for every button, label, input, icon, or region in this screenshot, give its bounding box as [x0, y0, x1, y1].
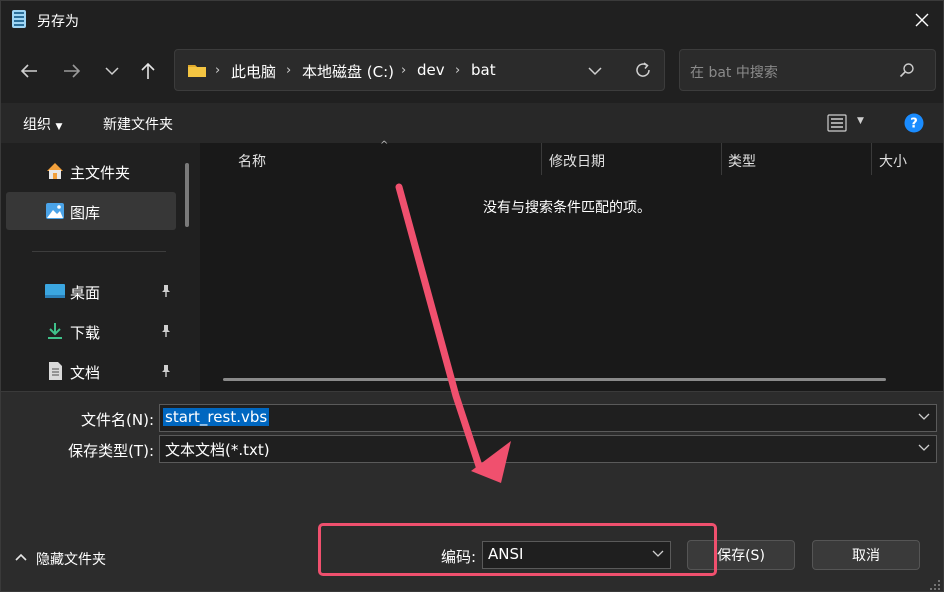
- download-icon: [48, 323, 62, 339]
- command-bar: 组织 ▼ 新建文件夹 ▼ ?: [1, 103, 943, 143]
- hide-folders-label: 隐藏文件夹: [36, 552, 106, 568]
- navigation-pane: 主文件夹 图库 桌面 下载 文档: [1, 143, 199, 391]
- refresh-icon[interactable]: [634, 61, 652, 79]
- help-icon[interactable]: ?: [904, 113, 924, 133]
- title-bar: 另存为: [1, 1, 943, 39]
- breadcrumb-separator-icon: ›: [215, 63, 221, 78]
- chevron-down-icon[interactable]: [918, 410, 930, 422]
- column-header-size[interactable]: 大小: [879, 151, 907, 171]
- horizontal-scrollbar[interactable]: [223, 378, 886, 381]
- view-list-icon[interactable]: [827, 114, 847, 132]
- svg-text:?: ?: [910, 117, 918, 132]
- sidebar-item-home[interactable]: 主文件夹: [6, 152, 176, 190]
- pin-icon[interactable]: [159, 324, 173, 338]
- folder-icon: [188, 65, 206, 77]
- filetype-label: 保存类型(T):: [68, 442, 154, 460]
- filetype-select[interactable]: 文本文档(*.txt): [159, 435, 937, 463]
- column-header-name[interactable]: 名称: [238, 151, 266, 171]
- annotation-highlight-box: [318, 523, 717, 576]
- search-icon: [899, 63, 914, 78]
- sidebar-item-label: 下载: [70, 324, 101, 342]
- forward-button[interactable]: [59, 58, 85, 84]
- breadcrumb-separator-icon: ›: [286, 63, 292, 78]
- notepad-icon: [12, 10, 26, 28]
- close-button[interactable]: [907, 6, 937, 34]
- sidebar-divider: [32, 251, 166, 252]
- navigation-bar: › 此电脑 › 本地磁盘 (C:) › dev › bat 在 bat 中搜索: [1, 39, 943, 103]
- arrow-up-icon: [141, 62, 155, 79]
- breadcrumb-dev[interactable]: dev: [417, 61, 445, 79]
- document-icon: [49, 362, 62, 380]
- home-icon: [47, 163, 63, 179]
- address-bar[interactable]: › 此电脑 › 本地磁盘 (C:) › dev › bat: [174, 49, 665, 91]
- gallery-icon: [46, 203, 64, 219]
- filename-value: start_rest.vbs: [163, 408, 270, 426]
- sidebar-item-documents[interactable]: 文档: [6, 352, 176, 390]
- arrow-left-icon: [20, 64, 37, 78]
- save-as-dialog: 另存为 › 此电脑 › 本地磁盘 (C:) › dev › bat 在 bat …: [0, 0, 944, 592]
- desktop-icon: [45, 284, 65, 298]
- column-header-type[interactable]: 类型: [728, 151, 756, 171]
- filetype-value: 文本文档(*.txt): [165, 441, 270, 459]
- caret-down-icon: ▼: [55, 122, 63, 132]
- filename-input[interactable]: start_rest.vbs: [159, 404, 937, 432]
- empty-folder-message: 没有与搜索条件匹配的项。: [483, 200, 651, 216]
- address-dropdown-icon[interactable]: [588, 66, 602, 76]
- close-icon: [915, 13, 929, 27]
- sidebar-item-desktop[interactable]: 桌面: [6, 272, 176, 310]
- breadcrumb-this-pc[interactable]: 此电脑: [231, 61, 276, 82]
- column-header-date-modified[interactable]: 修改日期: [549, 151, 605, 171]
- pin-icon[interactable]: [159, 364, 173, 378]
- resize-grip-icon[interactable]: [929, 579, 941, 591]
- sidebar-item-gallery[interactable]: 图库: [6, 192, 176, 230]
- search-input[interactable]: 在 bat 中搜索: [679, 49, 936, 91]
- back-button[interactable]: [16, 58, 42, 84]
- chevron-down-icon: [105, 67, 119, 76]
- breadcrumb-bat[interactable]: bat: [471, 61, 496, 79]
- sidebar-item-label: 文档: [70, 364, 101, 382]
- column-separator[interactable]: [871, 143, 872, 175]
- organize-button[interactable]: 组织 ▼: [23, 114, 62, 134]
- sidebar-item-downloads[interactable]: 下载: [6, 312, 176, 350]
- sidebar-item-label: 图库: [70, 204, 101, 222]
- cancel-button[interactable]: 取消: [812, 540, 920, 570]
- file-list: ^ 名称 修改日期 类型 大小 没有与搜索条件匹配的项。: [200, 140, 943, 391]
- search-placeholder: 在 bat 中搜索: [690, 65, 778, 81]
- sidebar-scrollbar[interactable]: [185, 163, 189, 227]
- column-separator[interactable]: [541, 143, 542, 175]
- pin-icon[interactable]: [159, 284, 173, 298]
- arrow-right-icon: [64, 64, 81, 78]
- sort-ascending-icon: ^: [380, 140, 389, 151]
- sidebar-item-label: 桌面: [70, 284, 101, 302]
- chevron-up-icon: [15, 553, 27, 561]
- view-options-caret-icon[interactable]: ▼: [857, 116, 864, 126]
- window-title: 另存为: [37, 14, 79, 30]
- up-button[interactable]: [135, 58, 161, 84]
- sidebar-item-label: 主文件夹: [70, 164, 131, 182]
- breadcrumb-local-disk[interactable]: 本地磁盘 (C:): [302, 61, 394, 82]
- column-separator[interactable]: [721, 143, 722, 175]
- filename-label: 文件名(N):: [81, 411, 154, 429]
- breadcrumb-separator-icon: ›: [401, 63, 407, 78]
- recent-locations-button[interactable]: [99, 58, 125, 84]
- chevron-down-icon: [918, 444, 930, 451]
- new-folder-button[interactable]: 新建文件夹: [103, 114, 173, 134]
- breadcrumb-separator-icon: ›: [455, 63, 461, 78]
